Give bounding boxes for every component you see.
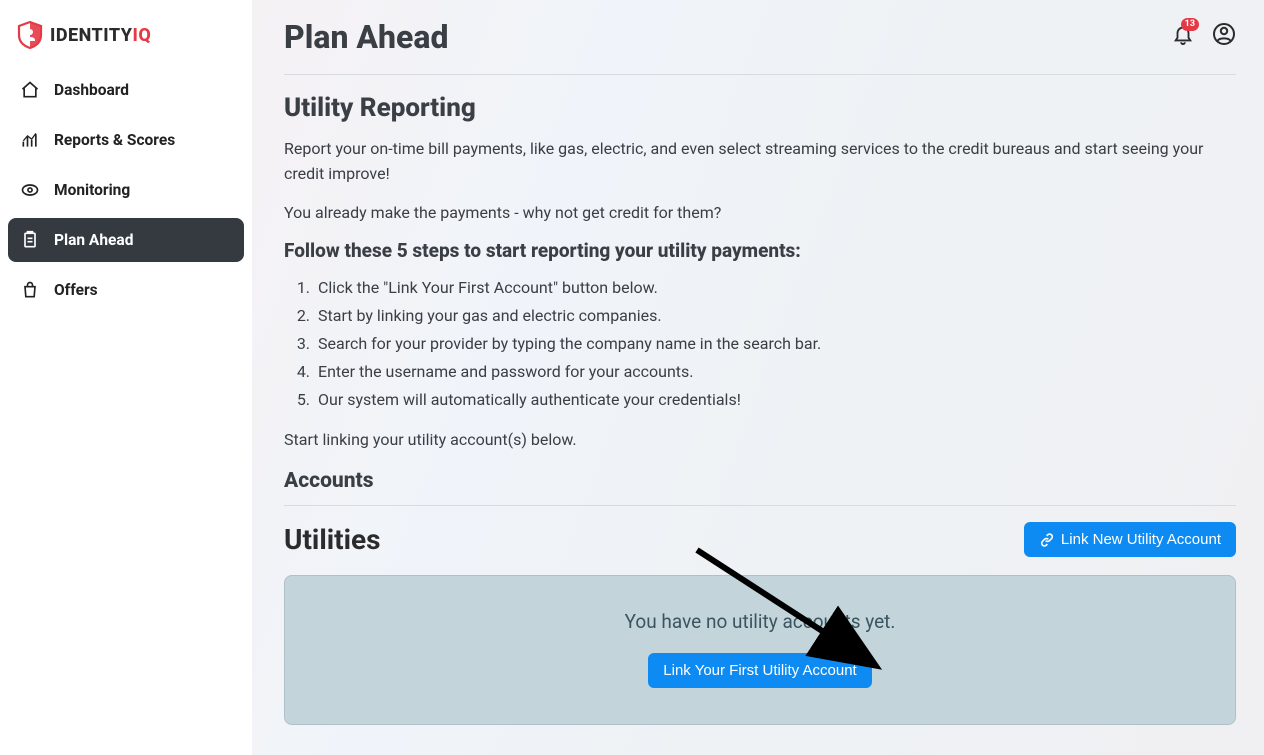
utilities-heading: Utilities bbox=[284, 523, 381, 556]
utilities-header-row: Utilities Link New Utility Account bbox=[284, 522, 1236, 557]
link-new-utility-button[interactable]: Link New Utility Account bbox=[1024, 522, 1236, 557]
eye-icon bbox=[20, 180, 40, 200]
divider bbox=[284, 74, 1236, 75]
sidebar-item-dashboard[interactable]: Dashboard bbox=[8, 68, 244, 112]
link-first-utility-button[interactable]: Link Your First Utility Account bbox=[648, 653, 871, 688]
user-circle-icon bbox=[1212, 22, 1236, 46]
step-item: Search for your provider by typing the c… bbox=[314, 330, 1236, 358]
sidebar-item-plan-ahead[interactable]: Plan Ahead bbox=[8, 218, 244, 262]
sidebar-item-label: Plan Ahead bbox=[54, 231, 133, 249]
sidebar-item-label: Offers bbox=[54, 281, 98, 299]
notification-badge: 13 bbox=[1181, 18, 1199, 31]
steps-heading: Follow these 5 steps to start reporting … bbox=[284, 239, 1236, 262]
button-label: Link Your First Utility Account bbox=[663, 662, 856, 679]
bag-icon bbox=[20, 280, 40, 300]
sidebar-item-label: Dashboard bbox=[54, 81, 129, 99]
step-item: Enter the username and password for your… bbox=[314, 358, 1236, 386]
steps-list: Click the "Link Your First Account" butt… bbox=[314, 274, 1236, 414]
sidebar-item-label: Monitoring bbox=[54, 181, 130, 199]
empty-utilities-card: You have no utility accounts yet. Link Y… bbox=[284, 575, 1236, 725]
clipboard-icon bbox=[20, 230, 40, 250]
page-title: Plan Ahead bbox=[284, 18, 448, 56]
link-icon bbox=[1039, 532, 1055, 548]
main-content: Plan Ahead 13 Utility Reporting Report y… bbox=[252, 0, 1264, 755]
brand-name-1: IDENTITY bbox=[50, 25, 133, 46]
notifications-button[interactable]: 13 bbox=[1172, 23, 1194, 49]
brand-name-2: IQ bbox=[133, 25, 152, 46]
step-item: Our system will automatically authentica… bbox=[314, 386, 1236, 414]
step-item: Click the "Link Your First Account" butt… bbox=[314, 274, 1236, 302]
sidebar-item-reports[interactable]: Reports & Scores bbox=[8, 118, 244, 162]
shield-logo-icon bbox=[16, 20, 44, 50]
intro-paragraph-1: Report your on-time bill payments, like … bbox=[284, 137, 1236, 187]
chart-icon bbox=[20, 130, 40, 150]
sidebar-nav: Dashboard Reports & Scores Monitoring Pl… bbox=[0, 68, 252, 312]
home-icon bbox=[20, 80, 40, 100]
profile-button[interactable] bbox=[1212, 22, 1236, 50]
utility-reporting-heading: Utility Reporting bbox=[284, 93, 1236, 123]
start-linking-text: Start linking your utility account(s) be… bbox=[284, 428, 1236, 453]
empty-message: You have no utility accounts yet. bbox=[305, 610, 1215, 633]
sidebar-item-monitoring[interactable]: Monitoring bbox=[8, 168, 244, 212]
topbar: Plan Ahead 13 bbox=[284, 18, 1236, 56]
intro-paragraph-2: You already make the payments - why not … bbox=[284, 201, 1236, 226]
divider bbox=[284, 505, 1236, 506]
step-item: Start by linking your gas and electric c… bbox=[314, 302, 1236, 330]
brand-logo[interactable]: IDENTITYIQ bbox=[0, 12, 252, 68]
accounts-heading: Accounts bbox=[284, 469, 1236, 493]
sidebar: IDENTITYIQ Dashboard Reports & Scores Mo… bbox=[0, 0, 252, 755]
sidebar-item-label: Reports & Scores bbox=[54, 131, 175, 149]
button-label: Link New Utility Account bbox=[1061, 531, 1221, 548]
topbar-icons: 13 bbox=[1172, 22, 1236, 50]
sidebar-item-offers[interactable]: Offers bbox=[8, 268, 244, 312]
